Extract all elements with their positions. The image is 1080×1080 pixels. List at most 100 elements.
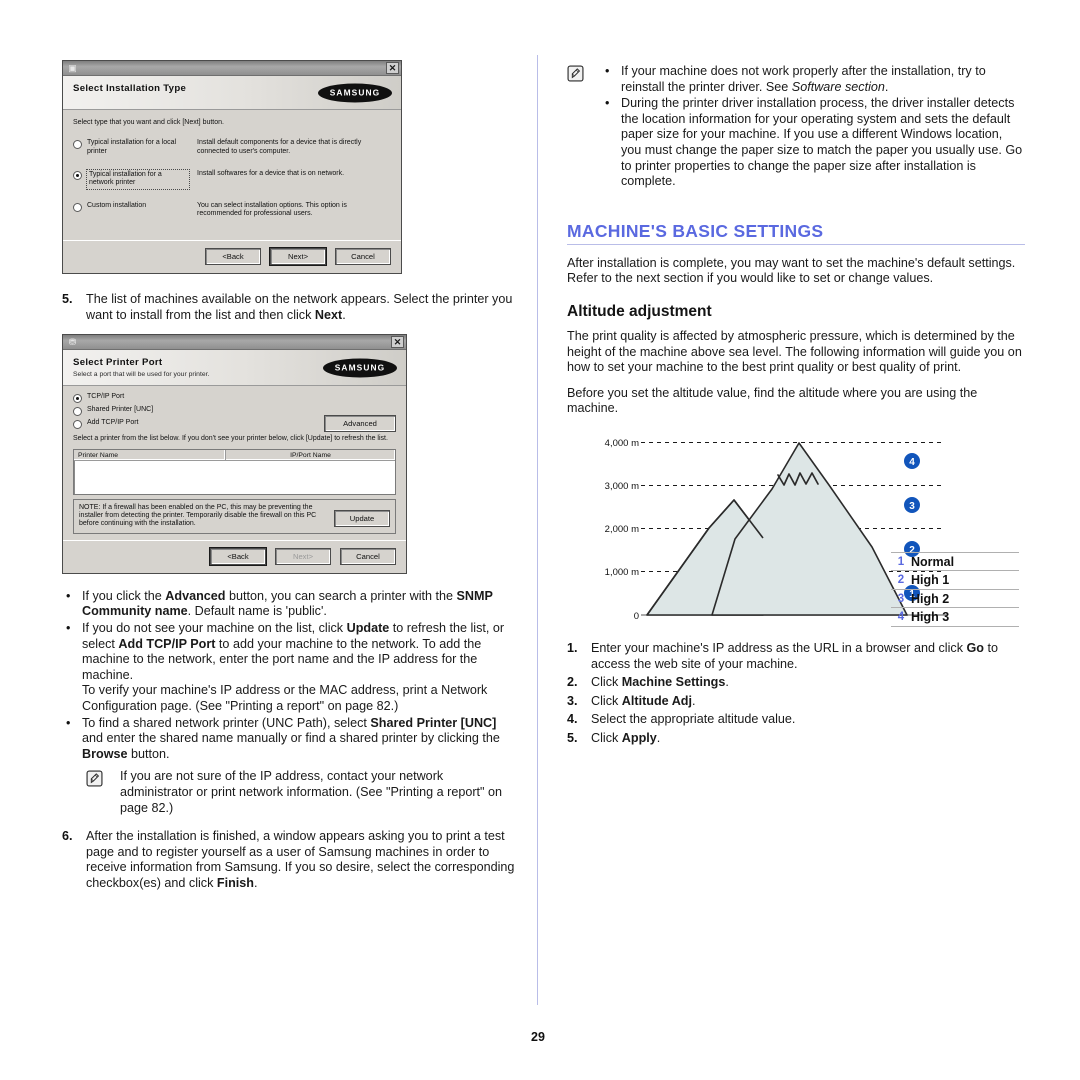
radio-icon[interactable] — [73, 202, 82, 212]
bullet-3-run-4: button. — [127, 746, 170, 761]
dialog1-close-button[interactable]: ✕ — [386, 62, 399, 74]
subsection-paragraph-2: Before you set the altitude value, find … — [567, 385, 978, 416]
dialog2-list-instruction: Select a printer from the list below. If… — [73, 435, 388, 443]
legend-row-4-label: High 3 — [911, 610, 950, 625]
altitude-step-5-run-2: . — [656, 730, 661, 745]
dialog2-option-add-tcpip-port-label: Add TCP/IP Port — [87, 419, 139, 427]
dialog2-col-ip-port-name: IP/Port Name — [226, 450, 395, 460]
tick-label-3000: 3,000 m — [605, 481, 639, 492]
step-6-text-a: After the installation is finished, a wi… — [86, 829, 515, 890]
bullet-1-run-0: If you click the — [82, 588, 166, 603]
document-page: ▣ ✕ Select Installation Type SAMSUNG Sel… — [0, 0, 1080, 1080]
list-item: • If you do not see your machine on the … — [62, 621, 517, 715]
dialog1-window-icon: ▣ — [68, 63, 77, 73]
altitude-step-3-run-0: Click — [591, 693, 622, 708]
bullet-icon: • — [66, 715, 71, 730]
dialog2-list-header-row: Printer Name IP/Port Name — [74, 449, 395, 461]
radio-icon[interactable] — [73, 394, 82, 404]
legend-row-2-label: High 1 — [911, 573, 950, 588]
dialog2-cancel-button[interactable]: Cancel — [340, 547, 396, 565]
page-number: 29 — [531, 1030, 545, 1044]
step-6-text-c: . — [253, 875, 258, 890]
radio-icon[interactable] — [73, 140, 82, 150]
altitude-step-2: 2. Click Machine Settings. — [567, 675, 1025, 691]
altitude-step-2-run-0: Click — [591, 675, 622, 690]
left-bullet-list: • If you click the Advanced button, you … — [62, 589, 517, 763]
step-6: 6. After the installation is finished, a… — [62, 829, 517, 891]
legend-row-4-number: 4 — [897, 611, 905, 624]
dialog-select-installation-type: ▣ ✕ Select Installation Type SAMSUNG Sel… — [62, 60, 402, 274]
bullet-1-run-1: Advanced — [165, 588, 226, 603]
bullet-2-run-0: If you do not see your machine on the li… — [82, 621, 347, 635]
dialog2-advanced-button[interactable]: Advanced — [324, 415, 396, 433]
dialog2-back-button[interactable]: <Back — [210, 547, 266, 565]
dialog1-option-local-printer[interactable]: Typical installation for a local printer… — [73, 139, 391, 156]
altitude-step-3-number: 3. — [567, 693, 578, 708]
legend-row-2: 2 High 1 — [891, 571, 1019, 590]
subsection-heading: Altitude adjustment — [567, 302, 712, 320]
right-note-b1-run-1: Software section — [791, 79, 885, 94]
dialog2-printer-icon: ⛃ — [68, 337, 77, 348]
altitude-step-4-text: Select the appropriate altitude value. — [591, 712, 796, 727]
dialog1-option-custom-installation-desc: You can select installation options. Thi… — [197, 201, 347, 218]
legend-row-3-number: 3 — [897, 592, 905, 605]
dialog2-firewall-note: NOTE: If a firewall has been enabled on … — [73, 498, 396, 534]
dialog2-option-tcpip-port-label: TCP/IP Port — [87, 393, 125, 401]
altitude-step-2-number: 2. — [567, 675, 578, 690]
dialog1-next-button[interactable]: Next> — [270, 248, 326, 265]
dialog1-back-button[interactable]: <Back — [205, 248, 261, 265]
dialog2-option-tcpip-port[interactable]: TCP/IP Port — [73, 393, 396, 404]
tick-label-2000: 2,000 m — [605, 524, 639, 535]
step-6-text: After the installation is finished, a wi… — [86, 829, 517, 891]
bullet-2-run-1: Update — [346, 621, 390, 635]
dialog1-cancel-button[interactable]: Cancel — [335, 248, 391, 265]
altitude-step-2-run-1: Machine Settings — [621, 675, 726, 690]
right-note-bullet-1: If your machine does not work properly a… — [621, 64, 1025, 95]
bullet-icon: • — [66, 588, 71, 603]
legend-row-3: 3 High 2 — [891, 590, 1019, 609]
dialog2-update-button[interactable]: Update — [334, 509, 390, 527]
dialog1-option-network-printer-desc: Install softwares for a device that is o… — [197, 169, 345, 177]
dialog2-button-row: <Back Next> Cancel — [63, 539, 406, 573]
altitude-step-1-number: 1. — [567, 640, 578, 655]
step-5: 5. The list of machines available on the… — [62, 292, 517, 323]
altitude-step-5-run-1: Apply — [621, 730, 657, 745]
samsung-logo: SAMSUNG — [318, 83, 392, 102]
radio-icon[interactable] — [73, 407, 82, 417]
legend-row-3-label: High 2 — [911, 591, 950, 606]
left-column: ▣ ✕ Select Installation Type SAMSUNG Sel… — [62, 60, 517, 901]
dialog2-close-button[interactable]: ✕ — [391, 336, 404, 349]
list-item: • If you click the Advanced button, you … — [62, 589, 517, 620]
dialog-select-printer-port: ⛃ ✕ Select Printer Port Select a port th… — [62, 334, 407, 574]
altitude-step-5-run-0: Click — [591, 730, 622, 745]
note-pen-icon — [567, 64, 601, 87]
list-item: • During the printer driver installation… — [601, 96, 1025, 190]
tick-label-1000: 1,000 m — [605, 567, 639, 578]
subsection-paragraph-1: The print quality is affected by atmosph… — [567, 328, 1022, 375]
radio-icon[interactable] — [73, 170, 82, 180]
altitude-step-2-text: Click Machine Settings. — [591, 675, 1025, 691]
dialog1-header: Select Installation Type SAMSUNG — [63, 76, 401, 110]
dialog1-titlebar: ▣ ✕ — [63, 61, 401, 76]
step-5-text: The list of machines available on the ne… — [86, 292, 517, 323]
altitude-step-3: 3. Click Altitude Adj. — [567, 694, 1025, 710]
bullet-1-run-2: button, you can search a printer with th… — [225, 588, 457, 603]
list-item: • To find a shared network printer (UNC … — [62, 716, 517, 763]
dialog2-next-button: Next> — [275, 547, 331, 565]
dialog1-option-local-printer-label: Typical installation for a local printer — [87, 139, 177, 155]
altitude-legend: 1 Normal 2 High 1 3 High 2 4 High 3 — [891, 551, 1019, 627]
tick-label-4000: 4,000 m — [605, 438, 639, 449]
step-5-text-a: The list of machines available on the ne… — [86, 292, 513, 322]
dialog1-option-network-printer[interactable]: Typical installation for a network print… — [73, 168, 391, 190]
altitude-step-5-text: Click Apply. — [591, 731, 1025, 747]
note-pen-icon — [86, 769, 120, 792]
altitude-step-3-run-2: . — [692, 693, 696, 708]
altitude-step-3-run-1: Altitude Adj — [621, 693, 692, 708]
dialog1-option-custom-installation[interactable]: Custom installation You can select insta… — [73, 202, 391, 219]
dialog2-printer-list[interactable]: Printer Name IP/Port Name — [73, 448, 396, 495]
radio-icon[interactable] — [73, 420, 82, 430]
dialog1-body: Select type that you want and click [Nex… — [63, 110, 401, 240]
bullet-1-text: If you click the Advanced button, you ca… — [82, 589, 517, 620]
left-note-text: If you are not sure of the IP address, c… — [120, 769, 503, 815]
bullet-2-text: If you do not see your machine on the li… — [82, 621, 517, 715]
